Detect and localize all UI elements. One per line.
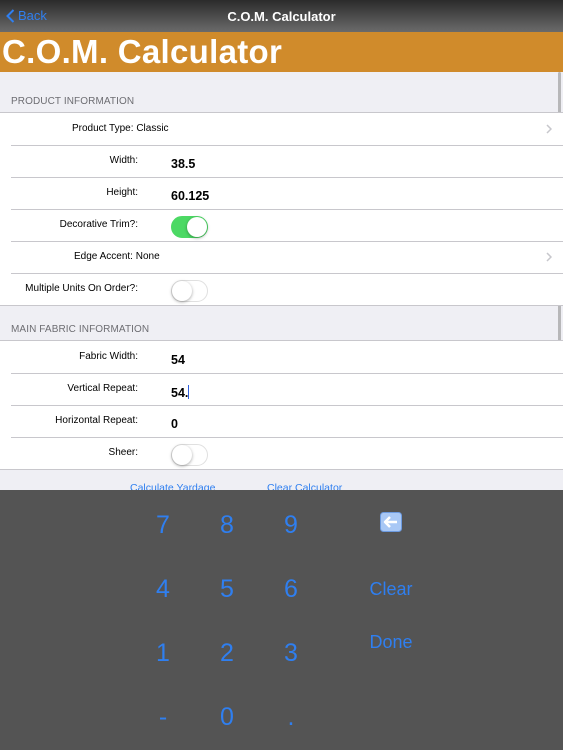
fabric-group: Fabric Width: 54 Vertical Repeat: 54. Ho… (0, 340, 563, 470)
horizontal-repeat-label: Horizontal Repeat: (55, 415, 138, 426)
key-4[interactable]: 4 (143, 575, 183, 604)
width-label: Width: (109, 155, 138, 166)
edge-accent-row[interactable]: Edge Accent: None (0, 241, 563, 273)
product-section-header: PRODUCT INFORMATION (11, 96, 135, 107)
toggle-knob (172, 445, 192, 465)
navigation-bar: Back C.O.M. Calculator (0, 0, 563, 32)
multiple-units-toggle[interactable] (171, 280, 208, 302)
key-3[interactable]: 3 (271, 639, 311, 668)
fabric-width-field[interactable]: 54 (171, 353, 185, 367)
done-key[interactable]: Done (351, 632, 431, 653)
fabric-section-header: MAIN FABRIC INFORMATION (11, 324, 150, 335)
toggle-knob (172, 281, 192, 301)
vertical-repeat-value: 54. (171, 386, 189, 400)
fabric-width-label: Fabric Width: (79, 351, 138, 362)
chevron-right-icon (546, 124, 552, 134)
multiple-units-row: Multiple Units On Order?: (0, 273, 563, 305)
horizontal-repeat-field[interactable]: 0 (171, 417, 178, 431)
key-9[interactable]: 9 (271, 511, 311, 540)
key-8[interactable]: 8 (207, 511, 247, 540)
height-field[interactable]: 60.125 (171, 189, 209, 203)
sheer-row: Sheer: (0, 437, 563, 469)
key-1[interactable]: 1 (143, 639, 183, 668)
key-6[interactable]: 6 (271, 575, 311, 604)
backspace-icon[interactable] (380, 512, 402, 532)
product-group: Product Type: Classic Width: 38.5 Height… (0, 112, 563, 306)
text-cursor (188, 385, 190, 399)
height-row: Height: 60.125 (0, 177, 563, 209)
width-row: Width: 38.5 (0, 145, 563, 177)
product-type-label: Product Type: (72, 123, 134, 134)
key-minus[interactable]: - (143, 703, 183, 732)
clear-calculator-button[interactable]: Clear Calculator (267, 482, 342, 490)
vertical-repeat-label: Vertical Repeat: (67, 383, 138, 394)
key-decimal[interactable]: . (271, 703, 311, 732)
clear-key[interactable]: Clear (351, 579, 431, 600)
nav-title: C.O.M. Calculator (227, 9, 336, 24)
edge-accent-value: None (135, 251, 160, 262)
calculator-form: PRODUCT INFORMATION Product Type: Classi… (0, 72, 563, 490)
sheer-label: Sheer: (108, 447, 138, 458)
banner-title: C.O.M. Calculator (2, 33, 283, 70)
action-bar: Calculate Yardage Clear Calculator (0, 480, 563, 490)
width-field[interactable]: 38.5 (171, 157, 195, 171)
chevron-right-icon (546, 252, 552, 262)
key-5[interactable]: 5 (207, 575, 247, 604)
decorative-trim-toggle[interactable] (171, 216, 208, 238)
sheer-toggle[interactable] (171, 444, 208, 466)
product-type-row[interactable]: Product Type: Classic (0, 113, 563, 145)
decorative-trim-label: Decorative Trim?: (59, 219, 138, 230)
calculate-yardage-button[interactable]: Calculate Yardage (130, 482, 215, 490)
decorative-trim-row: Decorative Trim?: (0, 209, 563, 241)
header-banner: C.O.M. Calculator (0, 32, 563, 72)
fabric-width-row: Fabric Width: 54 (0, 341, 563, 373)
key-2[interactable]: 2 (207, 639, 247, 668)
edge-accent-label: Edge Accent: (74, 251, 133, 262)
numeric-keypad: 7 8 9 4 5 6 Clear Done 1 2 3 - 0 . (0, 490, 563, 750)
vertical-repeat-row: Vertical Repeat: 54. (0, 373, 563, 405)
height-label: Height: (106, 187, 138, 198)
key-0[interactable]: 0 (207, 703, 247, 732)
product-type-value: Classic (136, 123, 169, 134)
multiple-units-label: Multiple Units On Order?: (25, 283, 138, 294)
horizontal-repeat-row: Horizontal Repeat: 0 (0, 405, 563, 437)
key-7[interactable]: 7 (143, 511, 183, 540)
vertical-repeat-field[interactable]: 54. (171, 385, 190, 400)
toggle-knob (187, 217, 207, 237)
